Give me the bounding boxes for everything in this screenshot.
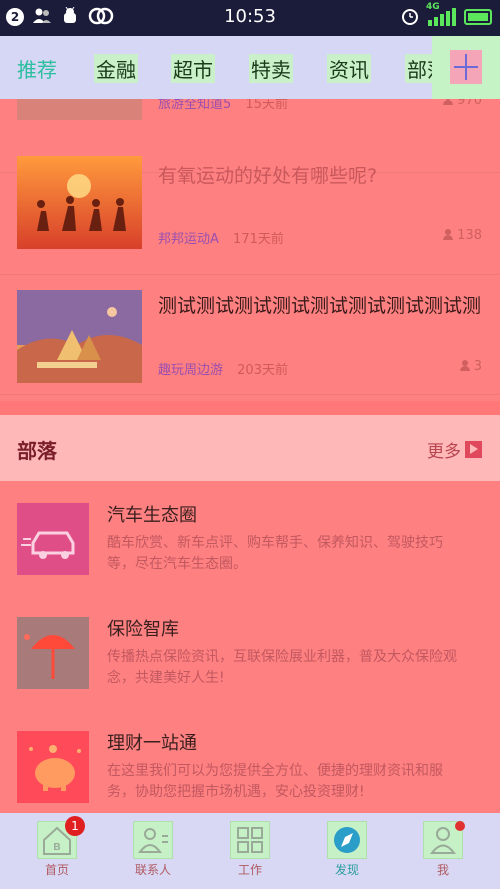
news-meta: 旅游全知道5 15天前 970	[158, 99, 482, 112]
news-time: 203天前	[237, 363, 288, 378]
more-label: 更多	[427, 442, 461, 462]
tab-news[interactable]: 资讯	[327, 54, 371, 83]
tribe-name: 理财一站通	[107, 733, 197, 754]
tab-recommend[interactable]: 推荐	[17, 54, 57, 83]
home-badge: 1	[65, 816, 85, 836]
bottom-nav: B 1 首页 联系人 工作 发现 我	[0, 813, 500, 889]
me-notification-dot	[455, 821, 465, 831]
more-button[interactable]: 更多	[427, 437, 482, 462]
tribe-item[interactable]: 保险智库 传播热点保险资讯，互联保险展业利器，普及大众保险观念，共建美好人生!	[0, 605, 500, 719]
main-content: 旅游全知道5 15天前 970 有氧运动的好处有哪些呢? 邦邦运动A 171天前…	[0, 99, 500, 813]
tribe-name: 保险智库	[107, 619, 179, 640]
tribe-description: 酷车欣赏、新车点评、购车帮手、保养知识、驾驶技巧等，尽在汽车生态圈。	[107, 535, 443, 572]
news-item[interactable]: 有氧运动的好处有哪些呢? 邦邦运动A 171天前 138	[0, 155, 500, 275]
news-meta: 邦邦运动A 171天前 138	[158, 228, 482, 247]
person-icon	[423, 821, 465, 859]
tribe-section-title: 部落	[17, 439, 57, 463]
news-views: 138	[443, 228, 482, 243]
tribe-item[interactable]: 理财一站通 在这里我们可以为您提供全方位、便捷的理财资讯和服务，协助您把握市场机…	[0, 719, 500, 813]
nav-me[interactable]: 我	[423, 821, 465, 878]
nav-me-label: 我	[436, 863, 449, 877]
tab-supermarket[interactable]: 超市	[171, 54, 215, 83]
category-tabs: 推荐 金融 超市 特卖 资讯 部落	[0, 36, 500, 99]
news-source: 趣玩周边游	[158, 363, 224, 378]
views-person-icon	[443, 99, 454, 105]
news-time: 171天前	[233, 232, 284, 247]
nav-discover[interactable]: 发现	[327, 821, 367, 878]
nav-work-label: 工作	[237, 863, 262, 877]
tab-sale[interactable]: 特卖	[249, 54, 293, 83]
news-source: 旅游全知道5	[158, 99, 232, 112]
news-views: 970	[443, 99, 482, 108]
news-time: 15天前	[245, 99, 288, 112]
nav-home-label: 首页	[44, 863, 69, 877]
news-meta: 趣玩周边游 203天前 3	[158, 359, 482, 378]
arrow-right-icon	[465, 441, 482, 458]
network-type-label: 4G	[426, 2, 440, 12]
tribe-name: 汽车生态圈	[107, 505, 197, 526]
news-title: 有氧运动的好处有哪些呢?	[158, 165, 378, 187]
add-tab-plus-icon[interactable]	[450, 50, 482, 84]
nav-home[interactable]: B 1 首页	[37, 816, 85, 878]
news-title: 测试测试测试测试测试测试测试测试测试测试	[158, 295, 482, 317]
views-person-icon	[459, 360, 470, 371]
umbrella-icon	[17, 617, 89, 689]
nav-discover-label: 发现	[334, 863, 359, 877]
home-icon: B 1	[37, 816, 85, 859]
news-item[interactable]: 测试测试测试测试测试测试测试测试测试测试 趣玩周边游 203天前 3	[0, 275, 500, 395]
news-thumbnail	[17, 156, 142, 249]
alarm-icon	[400, 7, 420, 27]
news-source: 邦邦运动A	[158, 232, 219, 247]
nav-work[interactable]: 工作	[230, 821, 270, 878]
views-person-icon	[443, 229, 454, 240]
news-thumbnail	[17, 99, 142, 120]
contacts-icon	[133, 821, 173, 859]
section-divider	[0, 401, 500, 415]
nav-contacts-label: 联系人	[134, 863, 171, 877]
tribe-item[interactable]: 汽车生态圈 酷车欣赏、新车点评、购车帮手、保养知识、驾驶技巧等，尽在汽车生态圈。	[0, 491, 500, 605]
grid-icon	[230, 821, 270, 859]
piggy-bank-icon	[17, 731, 89, 803]
tab-finance[interactable]: 金融	[94, 54, 138, 83]
news-views: 3	[459, 359, 482, 374]
news-thumbnail	[17, 290, 142, 383]
add-tab-area	[432, 36, 500, 99]
signal-strength-icon: 4G	[426, 2, 456, 26]
tribe-section-header: 部落 更多	[0, 415, 500, 481]
car-icon	[17, 503, 89, 575]
nav-contacts[interactable]: 联系人	[133, 821, 173, 878]
battery-icon	[464, 9, 492, 25]
status-right-icons: 4G	[400, 2, 492, 27]
tribe-description: 传播热点保险资讯，互联保险展业利器，普及大众保险观念，共建美好人生!	[107, 649, 457, 686]
svg-text:B: B	[53, 842, 60, 853]
tribe-description: 在这里我们可以为您提供全方位、便捷的理财资讯和服务，协助您把握市场机遇，安心投资…	[107, 763, 443, 800]
compass-icon	[327, 821, 367, 859]
status-bar: 2 10:53 4G	[0, 0, 500, 36]
